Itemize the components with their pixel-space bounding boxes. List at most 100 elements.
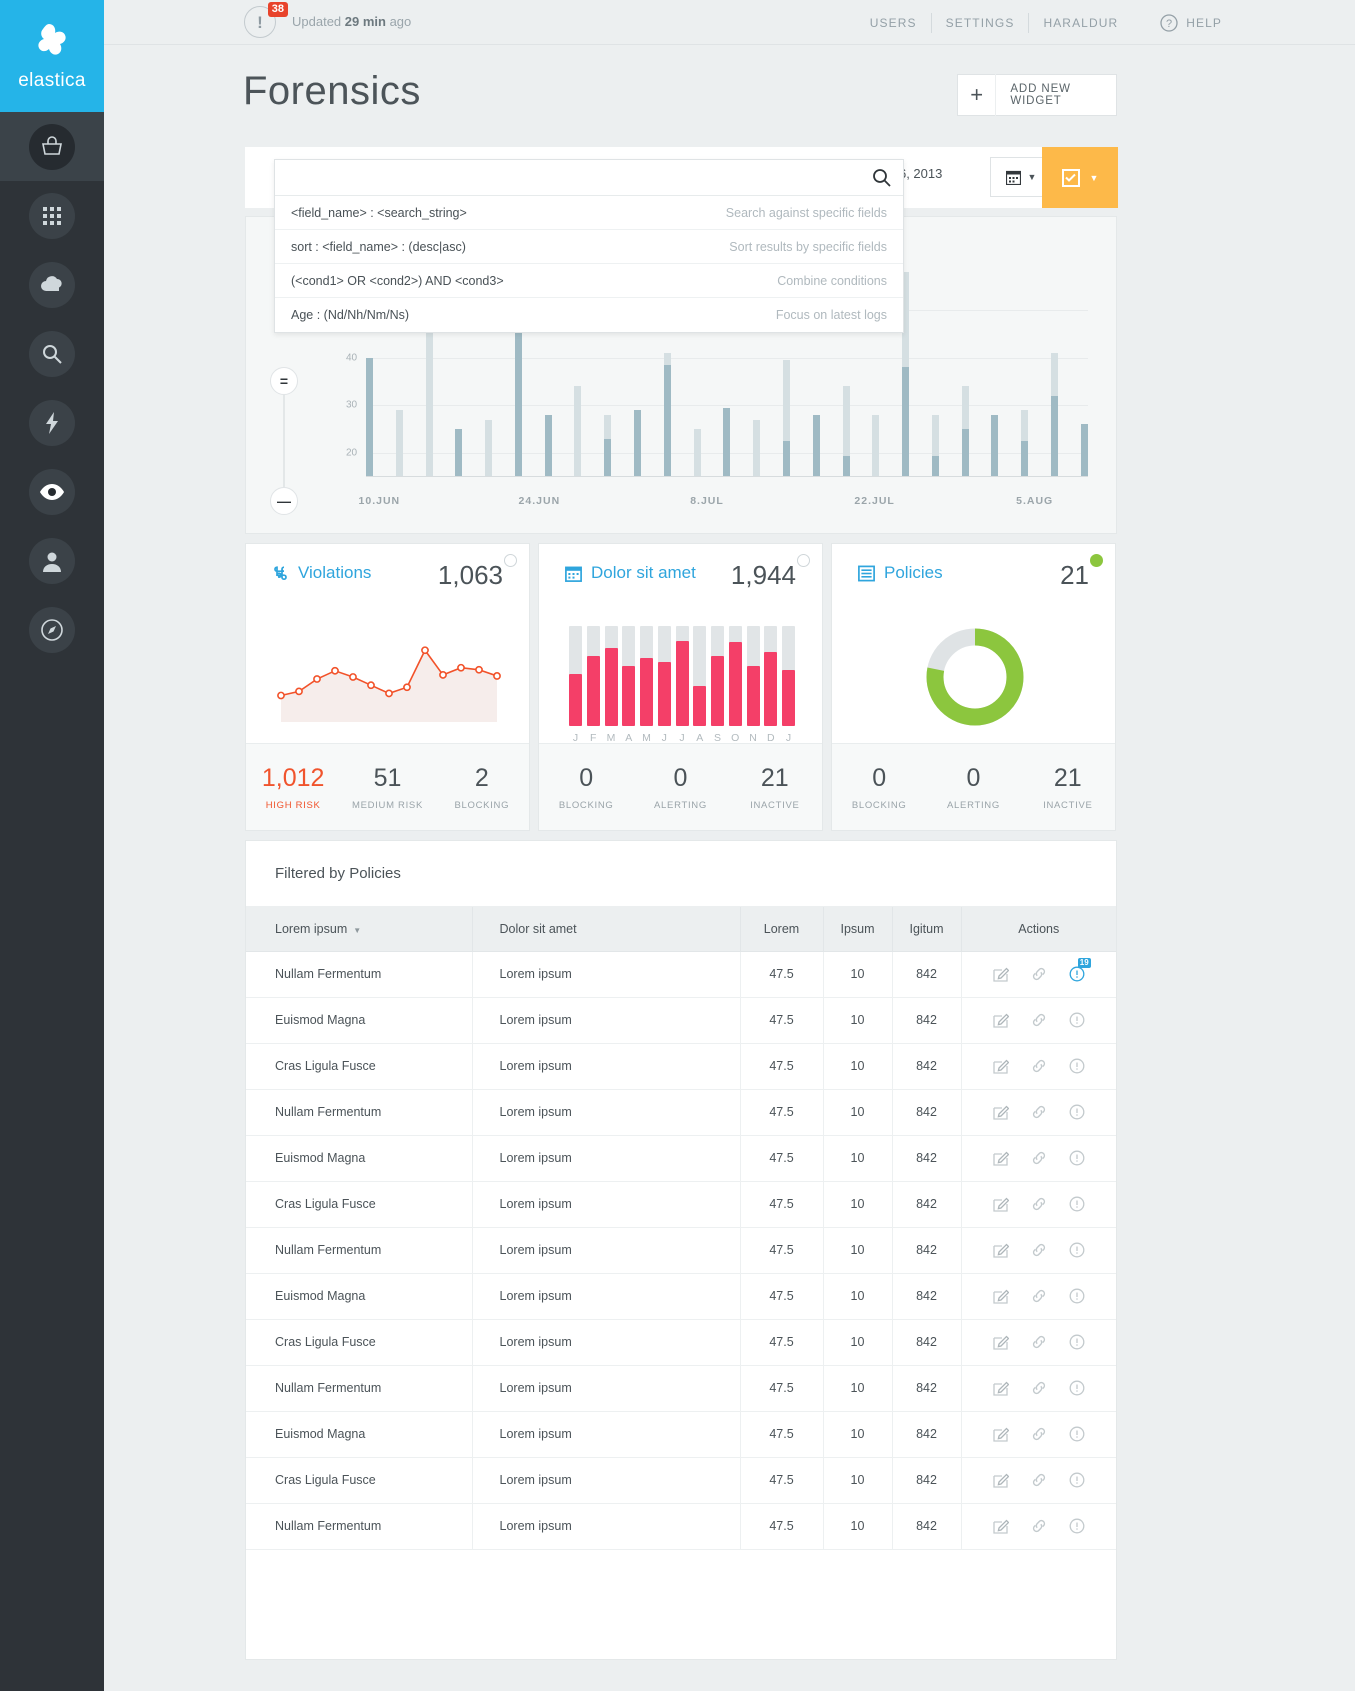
dolor-bar[interactable] xyxy=(640,626,653,726)
alerts-indicator[interactable]: ! 38 xyxy=(244,6,278,40)
dolor-bar[interactable] xyxy=(729,626,742,726)
sparkline-point[interactable] xyxy=(386,690,392,696)
dolor-bar[interactable] xyxy=(569,626,582,726)
info-icon[interactable] xyxy=(1069,1150,1085,1166)
edit-icon[interactable] xyxy=(993,1196,1009,1212)
search-suggestion[interactable]: <field_name> : <search_string> Search ag… xyxy=(275,196,903,230)
sparkline-point[interactable] xyxy=(422,647,428,653)
info-icon[interactable] xyxy=(1069,1472,1085,1488)
table-row[interactable]: Euismod MagnaLorem ipsum47.510842 xyxy=(246,1411,1116,1457)
search-suggestion[interactable]: (<cond1> OR <cond2>) AND <cond3> Combine… xyxy=(275,264,903,298)
table-row[interactable]: Nullam FermentumLorem ipsum47.510842 xyxy=(246,1503,1116,1549)
nav-users[interactable]: USERS xyxy=(856,16,931,30)
histogram-bar[interactable] xyxy=(962,262,969,477)
edit-icon[interactable] xyxy=(993,1058,1009,1074)
histogram-bar[interactable] xyxy=(1051,262,1058,477)
sparkline-point[interactable] xyxy=(296,688,302,694)
dolor-bar[interactable] xyxy=(587,626,600,726)
link-icon[interactable] xyxy=(1031,1104,1047,1120)
link-icon[interactable] xyxy=(1031,966,1047,982)
table-row[interactable]: Euismod MagnaLorem ipsum47.510842 xyxy=(246,1273,1116,1319)
table-row[interactable]: Cras Ligula FusceLorem ipsum47.510842 xyxy=(246,1457,1116,1503)
dolor-bar[interactable] xyxy=(676,626,689,726)
info-icon[interactable] xyxy=(1069,1012,1085,1028)
info-icon[interactable] xyxy=(1069,1058,1085,1074)
table-row[interactable]: Nullam FermentumLorem ipsum47.51084219 xyxy=(246,951,1116,997)
dolor-bar[interactable] xyxy=(605,626,618,726)
table-row[interactable]: Nullam FermentumLorem ipsum47.510842 xyxy=(246,1089,1116,1135)
edit-icon[interactable] xyxy=(993,1426,1009,1442)
table-row[interactable]: Nullam FermentumLorem ipsum47.510842 xyxy=(246,1365,1116,1411)
dolor-bar[interactable] xyxy=(711,626,724,726)
sidebar-item-discover[interactable] xyxy=(0,595,104,664)
help-button[interactable]: ? HELP xyxy=(1160,14,1222,32)
sidebar-item-search[interactable] xyxy=(0,319,104,388)
sparkline-point[interactable] xyxy=(314,676,320,682)
zoom-in-icon[interactable]: = xyxy=(270,367,298,395)
search-input[interactable] xyxy=(287,170,872,186)
link-icon[interactable] xyxy=(1031,1472,1047,1488)
table-row[interactable]: Cras Ligula FusceLorem ipsum47.510842 xyxy=(246,1043,1116,1089)
nav-settings[interactable]: SETTINGS xyxy=(932,16,1029,30)
zoom-slider-track[interactable] xyxy=(283,395,285,487)
column-header-lorem-ipsum[interactable]: Lorem ipsum▼ xyxy=(246,907,472,951)
sidebar-item-users[interactable] xyxy=(0,526,104,595)
sparkline-point[interactable] xyxy=(404,684,410,690)
dolor-bar[interactable] xyxy=(747,626,760,726)
link-icon[interactable] xyxy=(1031,1518,1047,1534)
info-icon[interactable] xyxy=(1069,1380,1085,1396)
edit-icon[interactable] xyxy=(993,966,1009,982)
dolor-bar[interactable] xyxy=(764,626,777,726)
column-header-igitum[interactable]: Igitum xyxy=(892,907,961,951)
apply-filter-button[interactable]: ▼ xyxy=(1042,147,1118,208)
histogram-bar[interactable] xyxy=(991,262,998,477)
table-row[interactable]: Euismod MagnaLorem ipsum47.510842 xyxy=(246,1135,1116,1181)
info-icon[interactable] xyxy=(1069,1196,1085,1212)
info-icon[interactable]: 19 xyxy=(1069,966,1085,982)
link-icon[interactable] xyxy=(1031,1150,1047,1166)
search-icon[interactable] xyxy=(872,168,891,187)
dolor-bar[interactable] xyxy=(658,626,671,726)
link-icon[interactable] xyxy=(1031,1380,1047,1396)
edit-icon[interactable] xyxy=(993,1518,1009,1534)
table-row[interactable]: Cras Ligula FusceLorem ipsum47.510842 xyxy=(246,1181,1116,1227)
search-suggestion[interactable]: Age : (Nd/Nh/Nm/Ns) Focus on latest logs xyxy=(275,298,903,332)
sidebar-item-activity[interactable] xyxy=(0,388,104,457)
dolor-bar[interactable] xyxy=(693,626,706,726)
histogram-bar[interactable] xyxy=(1021,262,1028,477)
sidebar-item-cloud[interactable] xyxy=(0,250,104,319)
nav-haraldur[interactable]: HARALDUR xyxy=(1029,16,1132,30)
edit-icon[interactable] xyxy=(993,1242,1009,1258)
link-icon[interactable] xyxy=(1031,1426,1047,1442)
link-icon[interactable] xyxy=(1031,1196,1047,1212)
histogram-bar[interactable] xyxy=(932,262,939,477)
sparkline-point[interactable] xyxy=(368,682,374,688)
zoom-out-icon[interactable]: — xyxy=(270,487,298,515)
edit-icon[interactable] xyxy=(993,1334,1009,1350)
edit-icon[interactable] xyxy=(993,1472,1009,1488)
search-suggestion[interactable]: sort : <field_name> : (desc|asc) Sort re… xyxy=(275,230,903,264)
brand-logo[interactable]: elastica xyxy=(0,0,104,112)
edit-icon[interactable] xyxy=(993,1012,1009,1028)
add-new-widget-button[interactable]: + ADD NEW WIDGET xyxy=(957,74,1117,116)
info-icon[interactable] xyxy=(1069,1426,1085,1442)
table-row[interactable]: Cras Ligula FusceLorem ipsum47.510842 xyxy=(246,1319,1116,1365)
sparkline-point[interactable] xyxy=(332,668,338,674)
info-icon[interactable] xyxy=(1069,1518,1085,1534)
link-icon[interactable] xyxy=(1031,1242,1047,1258)
sparkline-point[interactable] xyxy=(476,667,482,673)
edit-icon[interactable] xyxy=(993,1288,1009,1304)
sparkline-point[interactable] xyxy=(494,673,500,679)
column-header-lorem[interactable]: Lorem xyxy=(740,907,823,951)
table-row[interactable]: Euismod MagnaLorem ipsum47.510842 xyxy=(246,997,1116,1043)
info-icon[interactable] xyxy=(1069,1242,1085,1258)
info-icon[interactable] xyxy=(1069,1104,1085,1120)
info-icon[interactable] xyxy=(1069,1334,1085,1350)
link-icon[interactable] xyxy=(1031,1012,1047,1028)
sparkline-point[interactable] xyxy=(278,692,284,698)
dolor-bar[interactable] xyxy=(782,626,795,726)
sidebar-item-forensics[interactable] xyxy=(0,457,104,526)
sparkline-point[interactable] xyxy=(440,672,446,678)
sidebar-item-basket[interactable] xyxy=(0,112,104,181)
dolor-bar[interactable] xyxy=(622,626,635,726)
